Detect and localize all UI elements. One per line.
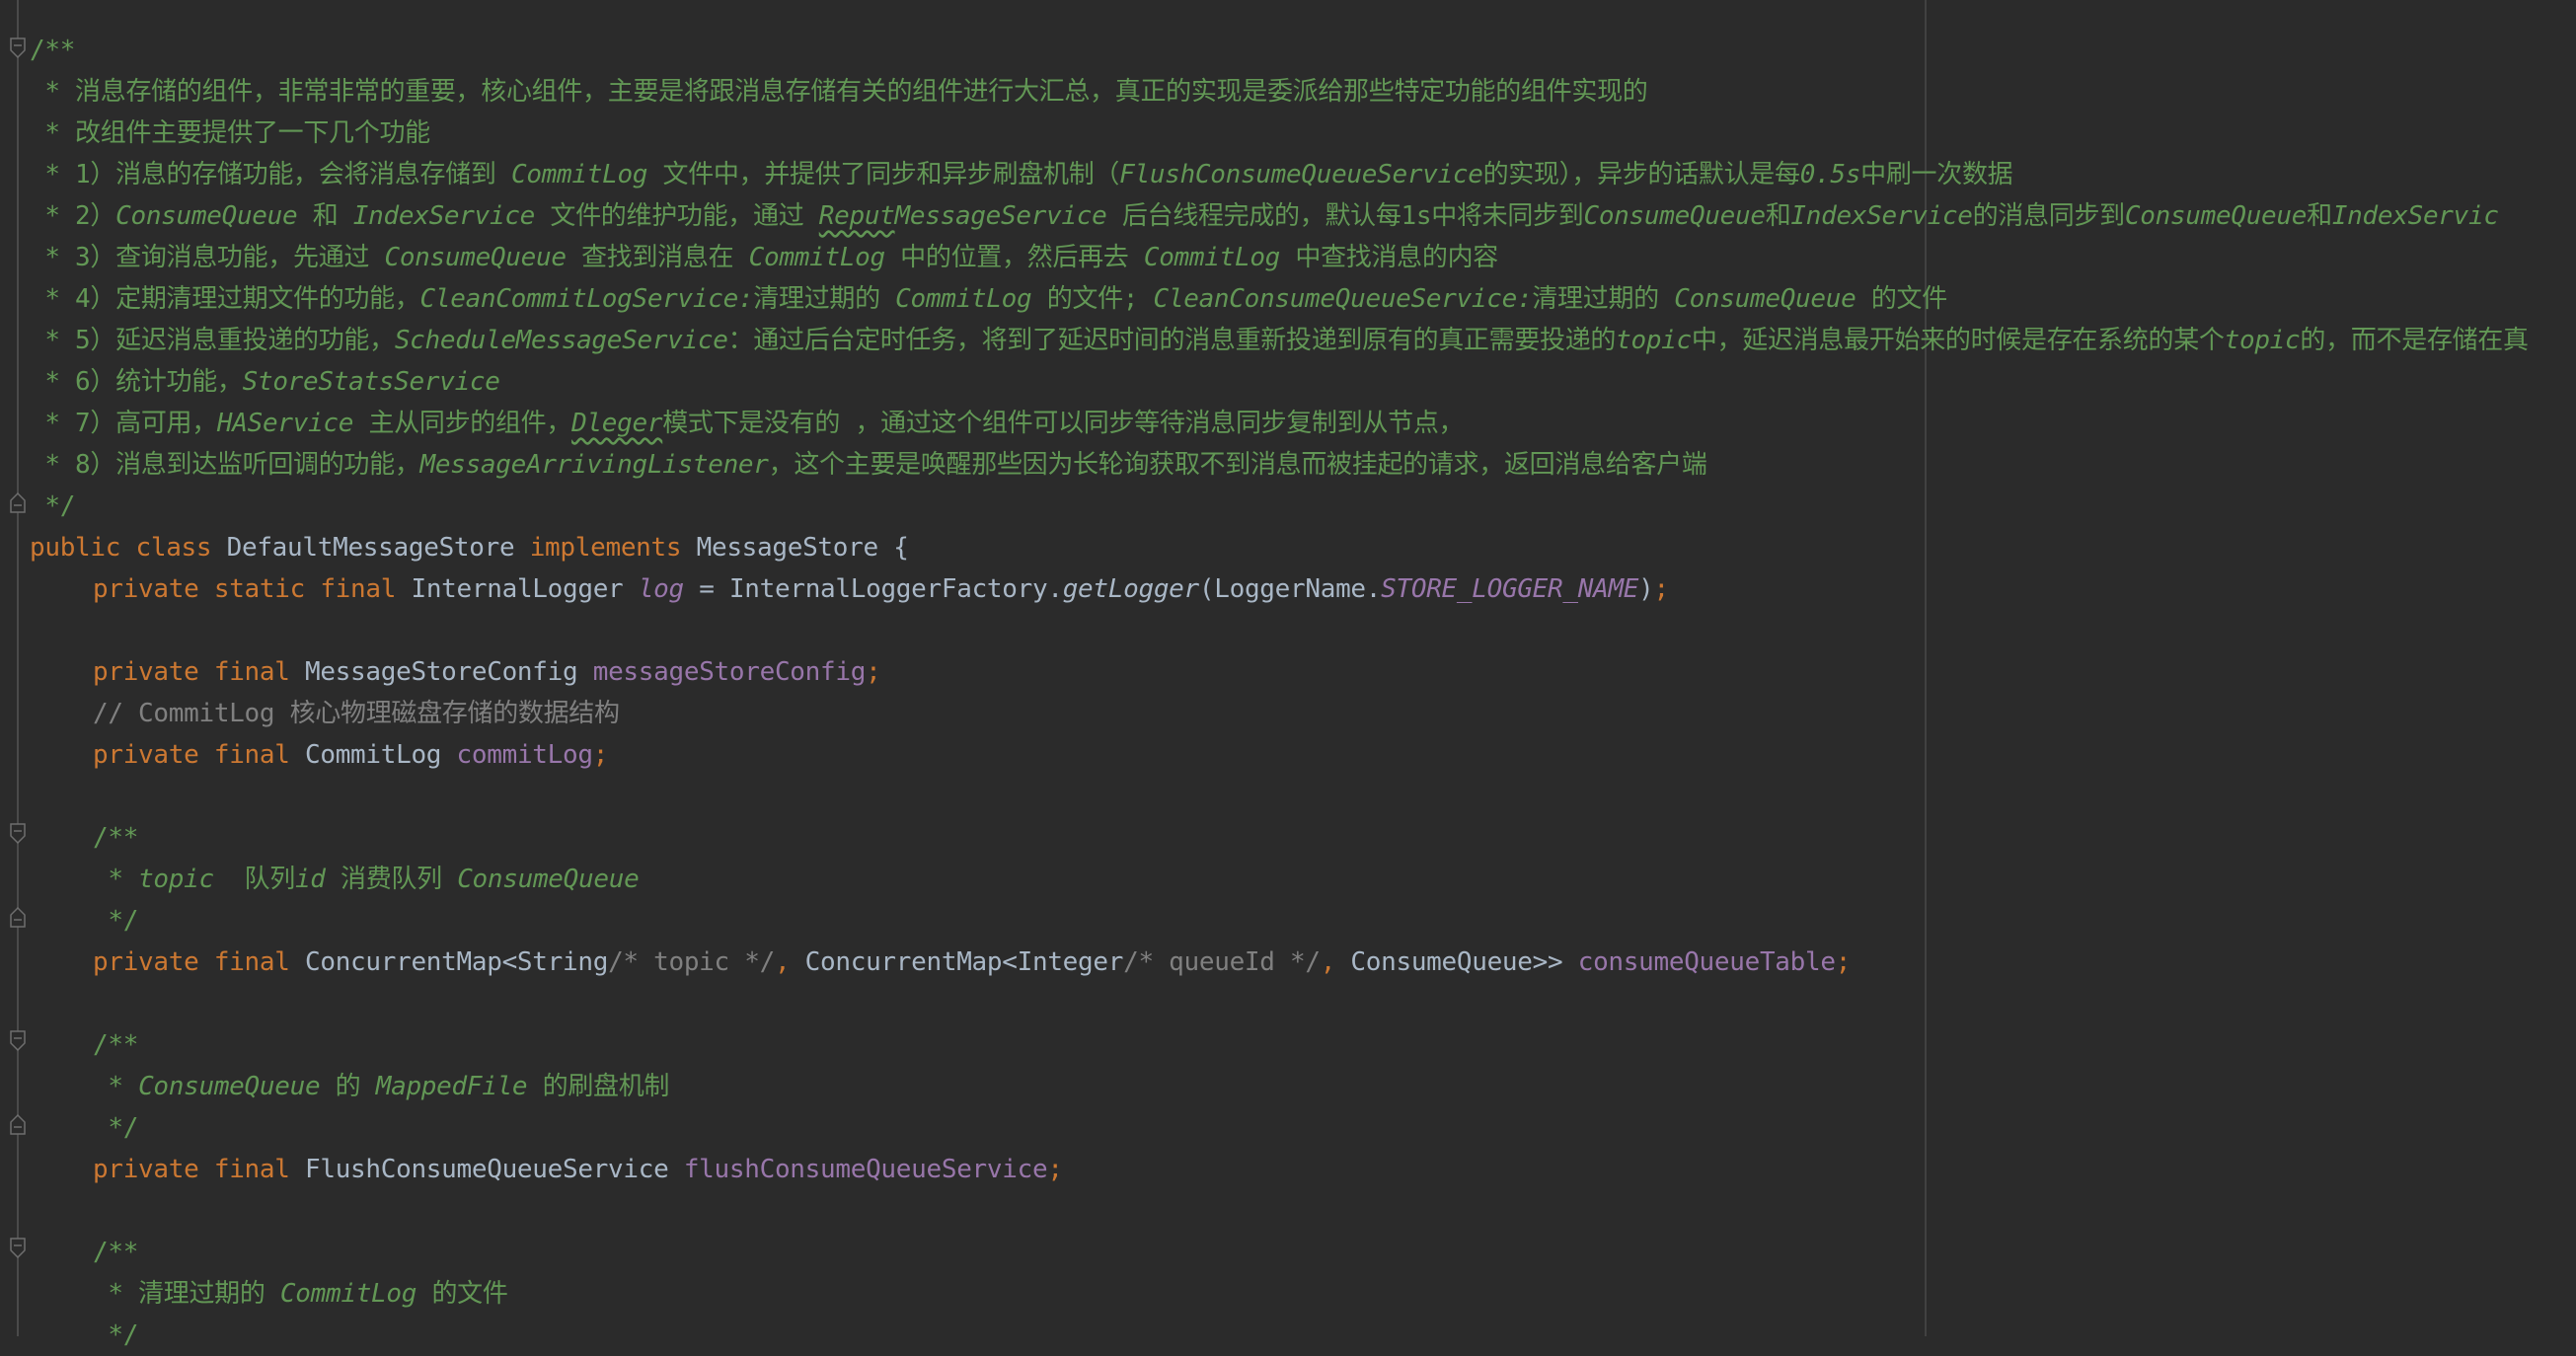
doc-line: * 1）消息的存储功能，会将消息存储到 CommitLog 文件中，并提供了同步… (30, 160, 2013, 189)
doc-line: * 7）高可用，HAService 主从同步的组件，Dleger模式下是没有的 … (30, 409, 1465, 438)
fold-end-icon[interactable] (9, 491, 27, 513)
fold-end-icon[interactable] (9, 906, 27, 928)
typo-warning[interactable]: Reput (819, 201, 895, 231)
doc-line: * 清理过期的 CommitLog 的文件 (93, 1279, 508, 1309)
interface-name[interactable]: MessageStore (697, 533, 879, 563)
field-message-store-config: private final MessageStoreConfig message… (93, 657, 881, 687)
doc-line: * 改组件主要提供了一下几个功能 (30, 118, 430, 148)
line-comment: // CommitLog 核心物理磁盘存储的数据结构 (93, 699, 620, 728)
code-editor[interactable]: /** * 消息存储的组件，非常非常的重要，核心组件，主要是将跟消息存储有关的组… (30, 30, 2576, 1356)
doc-close: */ (93, 906, 139, 936)
doc-open: /** (93, 1030, 139, 1060)
fold-collapse-icon[interactable] (9, 38, 27, 59)
doc-line: * 5）延迟消息重投递的功能，ScheduleMessageService：通过… (30, 326, 2529, 355)
doc-line: * 消息存储的组件，非常非常的重要，核心组件，主要是将跟消息存储有关的组件进行大… (30, 77, 1648, 107)
field-commit-log: private final CommitLog commitLog; (93, 740, 609, 770)
field-log: private static final InternalLogger log … (93, 574, 1669, 604)
doc-close: */ (93, 1320, 139, 1350)
doc-open: /** (93, 1238, 139, 1267)
doc-line: * ConsumeQueue 的 MappedFile 的刷盘机制 (93, 1072, 670, 1101)
fold-end-icon[interactable] (9, 1113, 27, 1135)
doc-open: /** (30, 36, 76, 65)
doc-open: /** (93, 823, 139, 853)
doc-line: * 3）查询消息功能，先通过 ConsumeQueue 查找到消息在 Commi… (30, 243, 1498, 272)
doc-line: * 4）定期清理过期文件的功能，CleanCommitLogService:清理… (30, 284, 1947, 314)
doc-close: */ (30, 491, 76, 521)
typo-warning[interactable]: Dleger (571, 409, 662, 438)
doc-line: * 2）ConsumeQueue 和 IndexService 文件的维护功能，… (30, 201, 2499, 231)
doc-line: * 8）消息到达监听回调的功能，MessageArrivingListener，… (30, 450, 1707, 480)
field-flush-consume-queue-service: private final FlushConsumeQueueService f… (93, 1155, 1063, 1184)
doc-line: * 6）统计功能，StoreStatsService (30, 367, 500, 397)
fold-collapse-icon[interactable] (9, 1238, 27, 1259)
gutter-line (17, 0, 19, 1336)
doc-close: */ (93, 1113, 139, 1143)
field-consume-queue-table: private final ConcurrentMap<String/* top… (93, 947, 1852, 977)
class-declaration: public class DefaultMessageStore impleme… (30, 533, 909, 563)
fold-collapse-icon[interactable] (9, 1030, 27, 1052)
fold-collapse-icon[interactable] (9, 823, 27, 845)
editor-gutter (0, 0, 26, 1336)
doc-line: * topic 队列id 消费队列 ConsumeQueue (93, 865, 640, 894)
class-name[interactable]: DefaultMessageStore (227, 533, 515, 563)
